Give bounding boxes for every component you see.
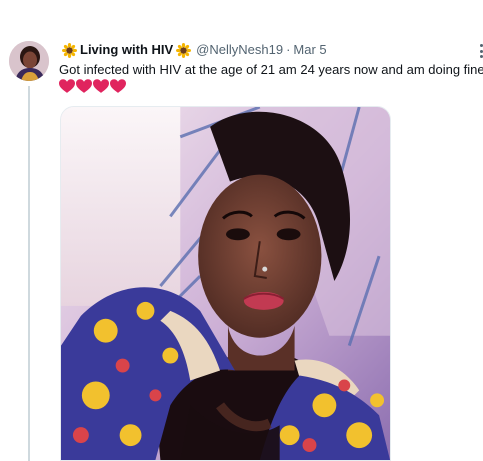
avatar[interactable]	[9, 41, 49, 81]
separator-dot: ·	[286, 42, 291, 57]
red-heart-icon	[76, 79, 92, 93]
red-heart-icon	[59, 79, 75, 93]
heart-emojis	[59, 79, 126, 94]
sunflower-icon	[176, 42, 192, 58]
tweet-media-photo[interactable]	[60, 106, 391, 461]
tweet[interactable]: Living with HIV @NellyNesh19 · Mar 5 Got…	[0, 0, 483, 461]
display-name[interactable]: Living with HIV	[59, 41, 194, 59]
tweet-date[interactable]: Mar 5	[293, 41, 326, 59]
tweet-header: Living with HIV @NellyNesh19 · Mar 5	[59, 41, 327, 59]
sunflower-icon	[62, 42, 77, 58]
red-heart-icon	[110, 79, 126, 93]
red-heart-icon	[93, 79, 109, 93]
display-name-text: Living with HIV	[80, 42, 174, 57]
more-options-icon[interactable]	[474, 44, 483, 58]
photo-image	[61, 107, 390, 460]
tweet-text: Got infected with HIV at the age of 21 a…	[59, 62, 483, 77]
user-handle[interactable]: @NellyNesh19	[196, 41, 283, 59]
avatar-image	[9, 41, 49, 81]
thread-line	[28, 86, 30, 461]
